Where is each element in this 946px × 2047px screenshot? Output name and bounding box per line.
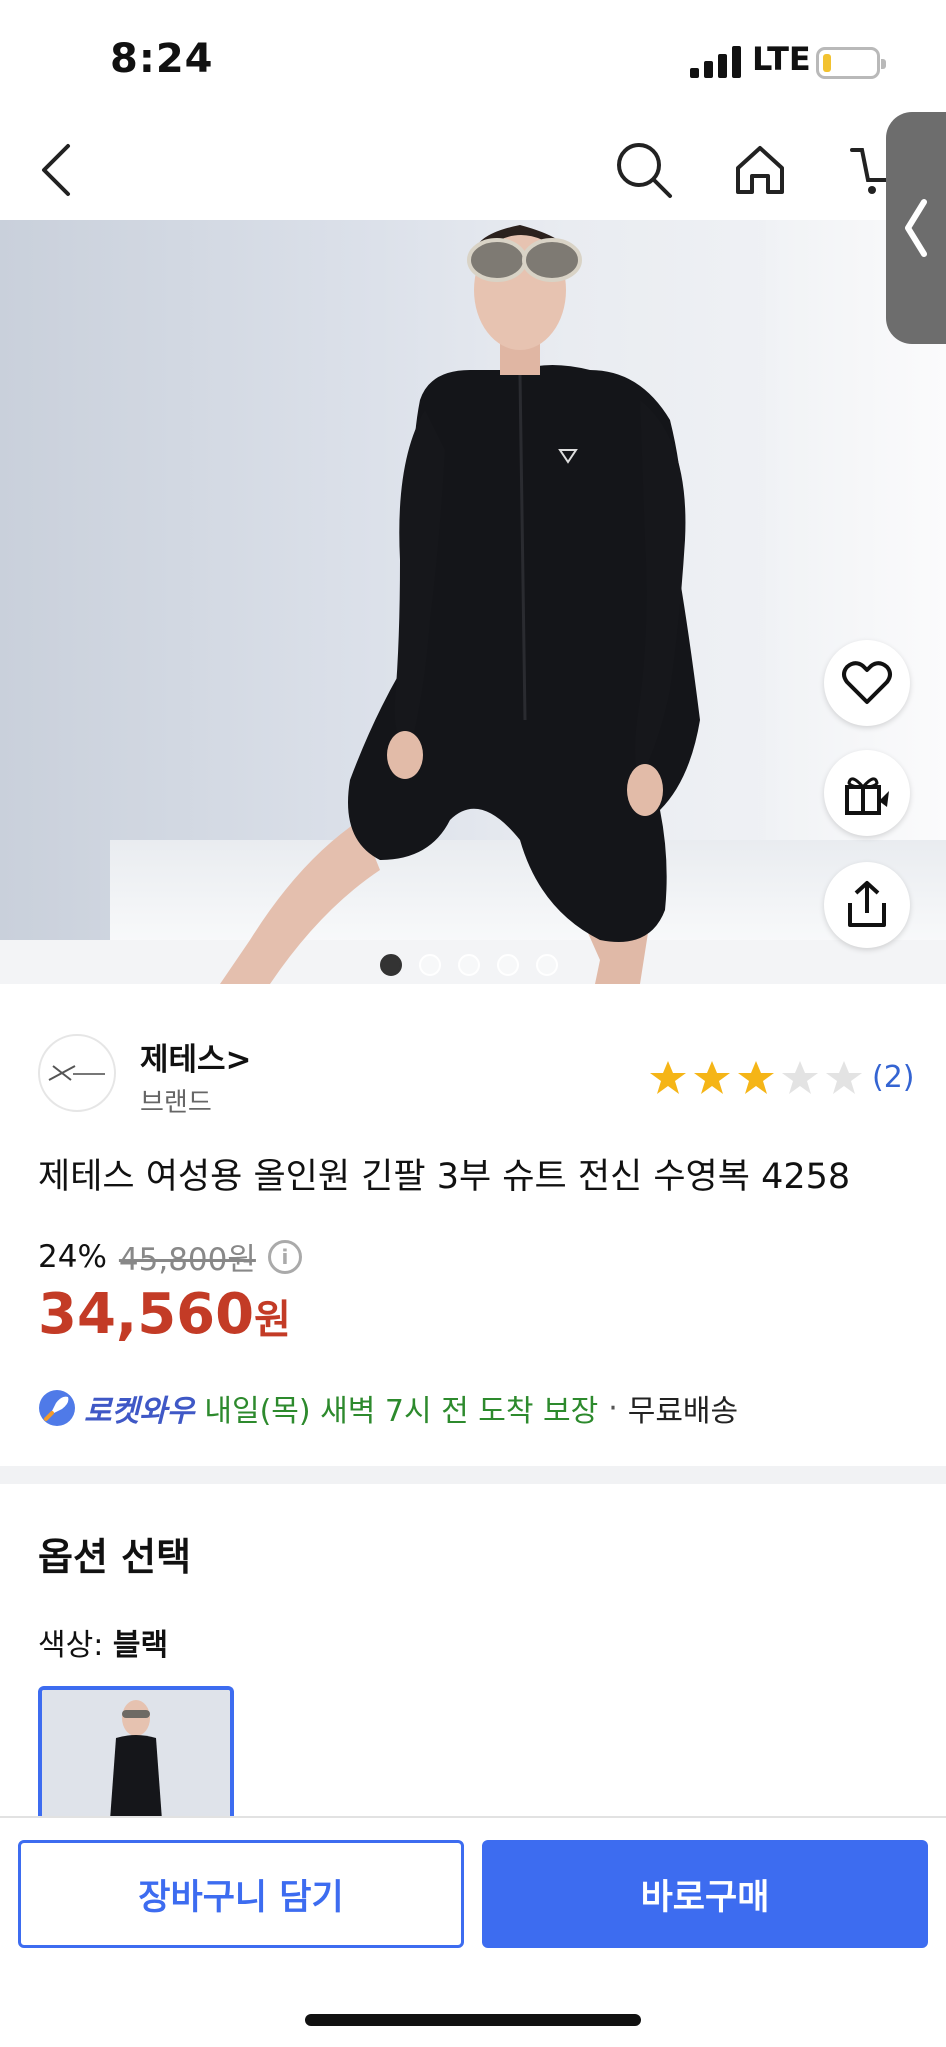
shipping-label: 무료배송 [627,1394,739,1429]
home-icon [736,146,784,194]
carousel-dot[interactable] [380,954,402,976]
carousel-dot[interactable] [419,954,441,976]
add-to-cart-button[interactable]: 장바구니 담기 [18,1840,464,1948]
brand-logo-mark [48,1065,105,1081]
search-button[interactable] [604,130,684,210]
delivery-info: 로켓와우 내일(목) 새벽 7시 전 도착 보장 · 무료배송 [38,1386,738,1430]
star-filled-icon [738,1061,774,1094]
brand-name-link[interactable]: 제테스> [140,1034,252,1079]
back-button[interactable] [16,130,96,210]
original-price: 45,800원 [118,1242,256,1278]
bottom-action-bar: 장바구니 담기 바로구매 [0,1816,946,2047]
star-filled-icon [694,1061,730,1094]
discount-row: 24% 45,800원 i [38,1234,302,1279]
chevron-left-icon [905,199,927,257]
option-color-key: 색상: [38,1628,113,1663]
status-bar: 8:24 LTE [0,0,946,120]
review-count-link[interactable]: (2) [872,1060,915,1095]
rating-stars[interactable] [648,1058,864,1098]
option-section-title: 옵션 선택 [38,1535,192,1579]
discount-rate: 24% [38,1238,107,1275]
chevron-left-icon [42,144,70,196]
buy-now-button[interactable]: 바로구매 [482,1840,928,1948]
star-empty-icon [826,1061,862,1094]
brand-logo[interactable] [38,1034,116,1112]
wishlist-button[interactable] [824,640,910,726]
network-label: LTE [752,40,811,78]
status-time: 8:24 [110,36,214,82]
share-button[interactable] [824,862,910,948]
rocket-icon [39,1390,75,1426]
heart-icon [842,661,892,704]
share-icon [848,881,886,927]
carousel-dot[interactable] [458,954,480,976]
star-empty-icon [782,1061,818,1094]
sale-price: 34,560원 [38,1282,291,1347]
gift-button[interactable] [824,750,910,836]
signal-icon [690,46,741,78]
star-filled-icon [650,1061,686,1094]
carousel-indicator [380,954,558,976]
carousel-dot[interactable] [497,954,519,976]
home-indicator[interactable] [305,2014,641,2026]
section-divider [0,1466,946,1484]
product-title: 제테스 여성용 올인원 긴팔 3부 슈트 전신 수영복 4258 [38,1157,851,1197]
home-button[interactable] [720,130,800,210]
search-icon [617,143,672,198]
brand-subtitle: 브랜드 [140,1088,212,1118]
battery-icon [816,47,886,79]
info-icon[interactable]: i [267,1239,302,1274]
option-color-value: 블랙 [112,1628,169,1663]
delivery-separator: · [608,1390,618,1426]
product-photo [220,225,700,984]
product-image-carousel[interactable] [0,220,946,984]
option-color-label: 색상: 블랙 [38,1620,168,1664]
sale-price-value: 34,560 [38,1282,255,1347]
color-option-thumbnail[interactable] [38,1686,234,1816]
thumbnail-photo [42,1690,230,1816]
sale-price-unit: 원 [254,1297,291,1343]
carousel-dot[interactable] [536,954,558,976]
gift-rocket-icon [845,777,889,815]
rocket-wow-label: 로켓와우 [84,1394,195,1429]
top-nav [0,120,946,220]
delivery-eta: 내일(목) 새벽 7시 전 도착 보장 [204,1394,599,1429]
side-panel-toggle[interactable] [886,112,946,344]
